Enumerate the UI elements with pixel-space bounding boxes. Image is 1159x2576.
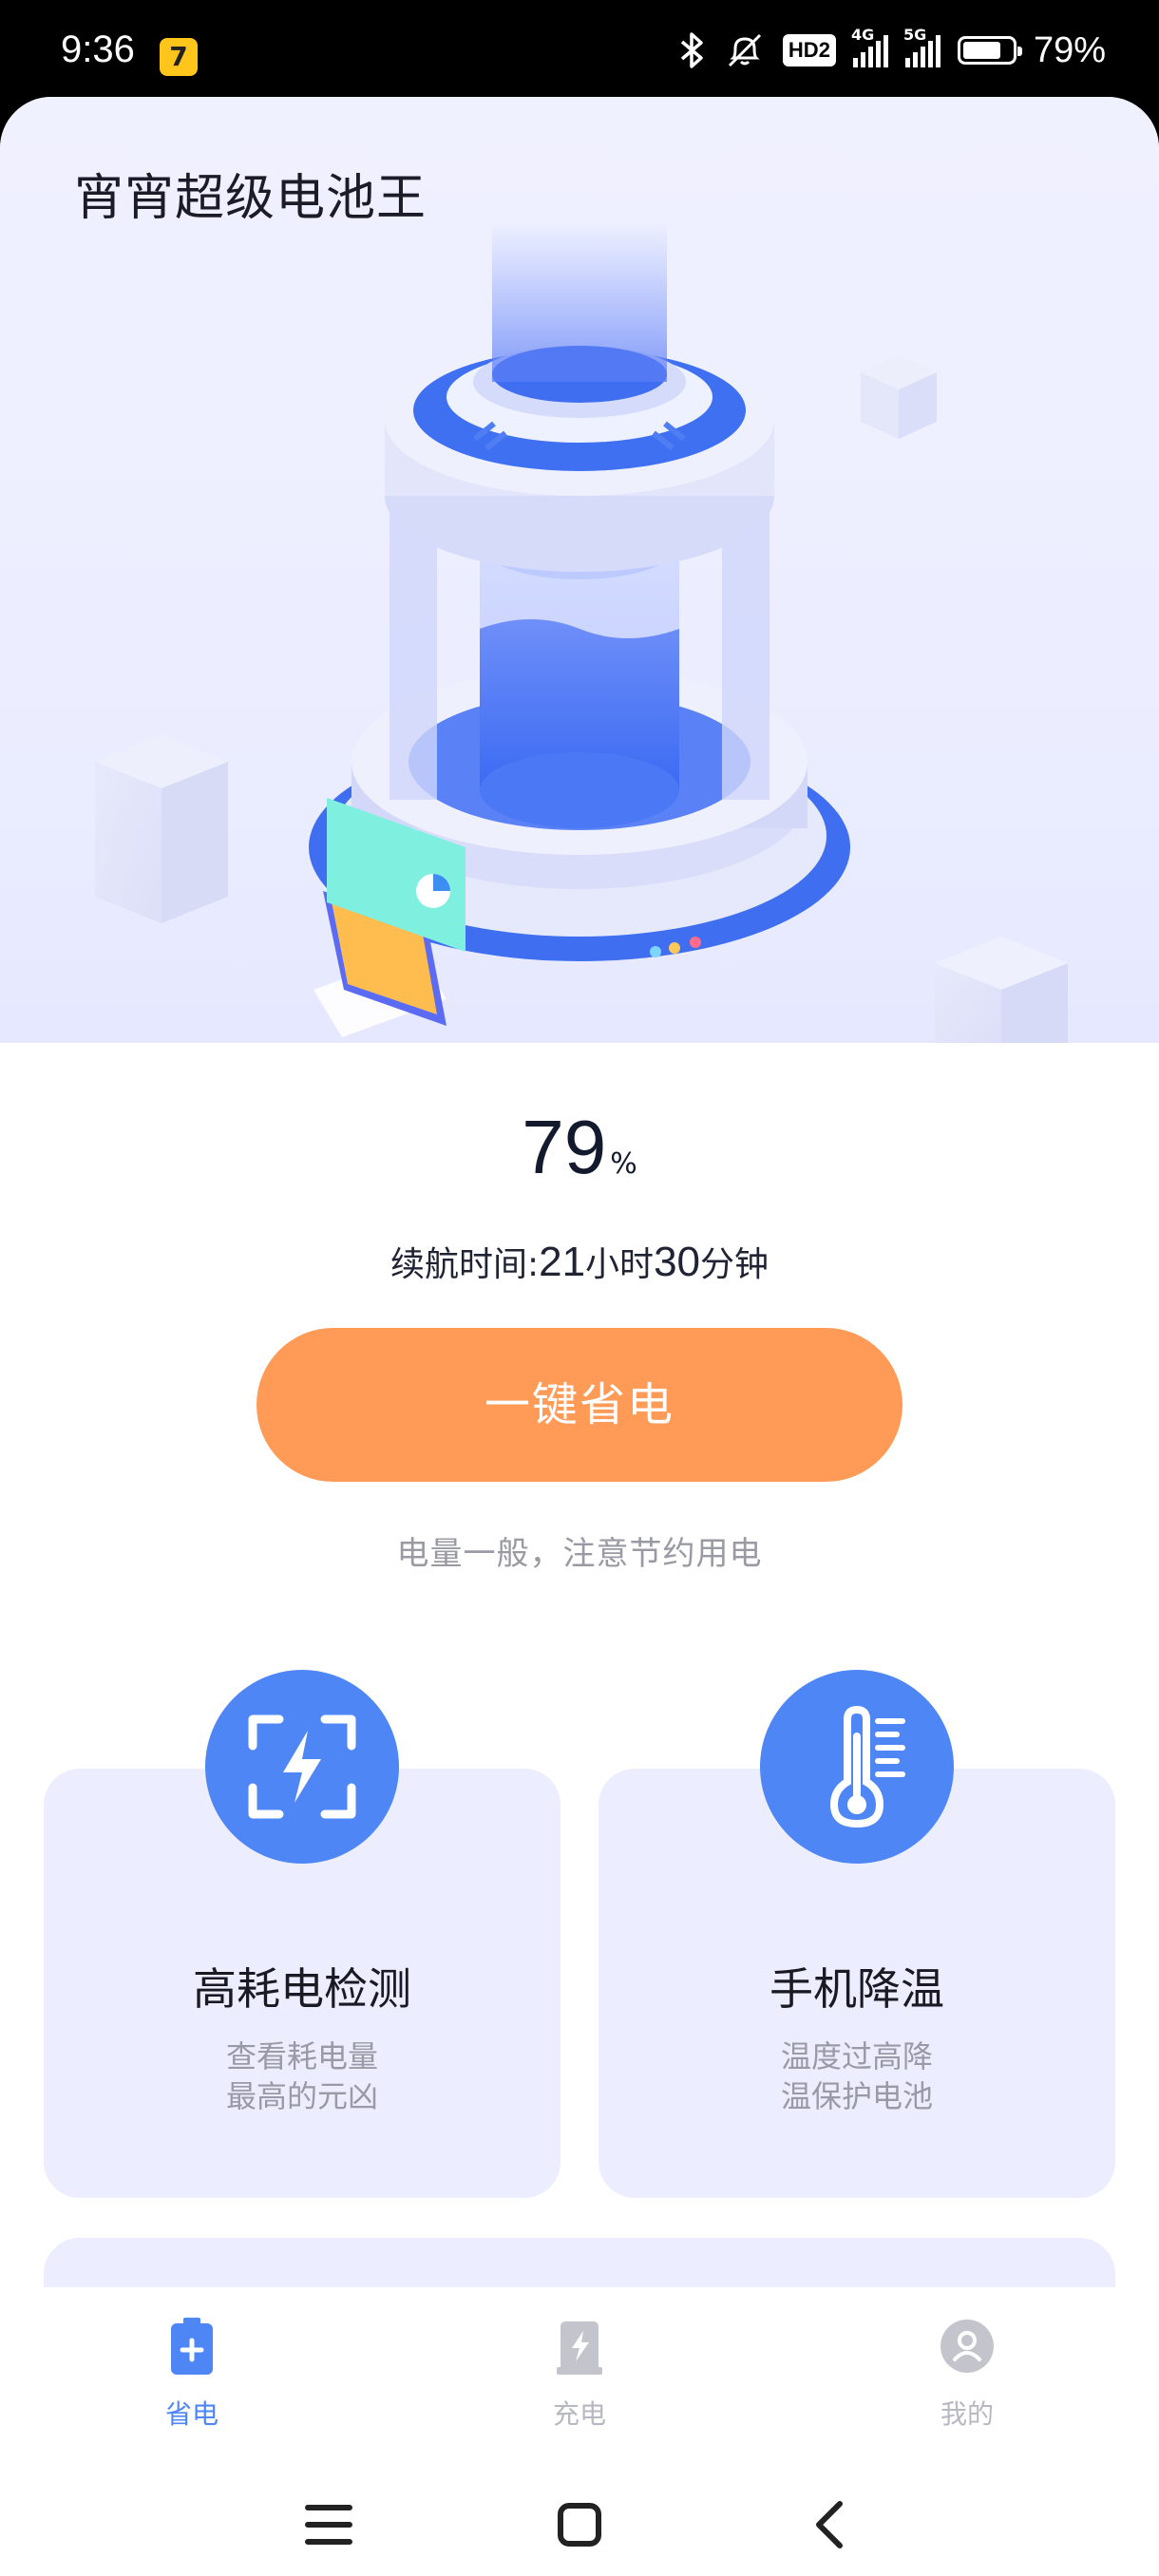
decor-cube-right-bottom: [935, 937, 1068, 1043]
signal-icon-2: 5G: [903, 26, 940, 67]
hd-voice-badge: HD2: [782, 34, 836, 66]
scan-bolt-icon: [205, 1670, 399, 1864]
tab-charge[interactable]: 充电: [484, 2316, 674, 2432]
mute-icon: [728, 33, 761, 67]
battery-percent: 79: [522, 1105, 607, 1189]
bluetooth-icon: [680, 32, 703, 68]
endurance-hours: 21: [539, 1239, 586, 1285]
signal-icon: 4G: [851, 26, 888, 67]
card-title: 手机降温: [770, 1963, 944, 2015]
tab-label: 省电: [164, 2398, 218, 2430]
profile-icon: [940, 2320, 994, 2373]
endurance-minutes-unit: 分钟: [700, 1245, 770, 1284]
battery-illustration: [95, 220, 1068, 1043]
card-desc: 查看耗电量最高的元凶: [225, 2038, 378, 2114]
battery-percent-sign: %: [610, 1147, 637, 1181]
tab-label: 我的: [940, 2398, 994, 2430]
tab-label: 充电: [552, 2398, 606, 2430]
one-click-save-button[interactable]: 一键省电: [256, 1328, 902, 1482]
app-notification-icon: 7: [160, 38, 198, 76]
battery-plus-icon: [171, 2318, 213, 2375]
home-icon[interactable]: [542, 2487, 618, 2563]
bottom-tab-bar: 省电 充电 我的: [0, 2287, 1159, 2468]
thermometer-icon: [760, 1670, 954, 1864]
battery-readout: 79%: [0, 1104, 1159, 1191]
card-desc: 温度过高降温保护电池: [780, 2038, 933, 2114]
app-screen: 宵宵超级电池王 79 % 续航时间:21小时30分钟 一键省电 电量一般，注意节…: [0, 97, 1159, 2576]
system-nav-bar: [0, 2468, 1159, 2576]
endurance-minutes: 30: [654, 1239, 701, 1285]
status-time: 9:36: [61, 28, 135, 70]
endurance-time: 续航时间:21小时30分钟: [0, 1237, 1159, 1286]
decor-cube-left: [95, 735, 228, 923]
hero-banner: 宵宵超级电池王: [0, 97, 1159, 1043]
menu-icon[interactable]: [291, 2487, 367, 2563]
battery-percent-text: 79%: [1033, 29, 1106, 70]
battery-icon: [957, 36, 1022, 65]
endurance-hours-unit: 小时: [585, 1245, 655, 1284]
endurance-prefix: 续航时间:: [390, 1245, 540, 1284]
status-indicators: HD2 4G 5G 79%: [678, 26, 1106, 74]
decor-cube-right-top: [861, 355, 937, 439]
tab-save-power[interactable]: 省电: [97, 2316, 287, 2432]
tab-profile[interactable]: 我的: [872, 2316, 1062, 2432]
status-bar: 9:36 7 HD2 4G 5G 79%: [0, 0, 1159, 104]
back-icon[interactable]: [794, 2487, 870, 2563]
battery-hint: 电量一般，注意节约用电: [396, 1535, 763, 1573]
card-title: 高耗电检测: [193, 1963, 411, 2015]
charge-icon: [557, 2321, 602, 2375]
